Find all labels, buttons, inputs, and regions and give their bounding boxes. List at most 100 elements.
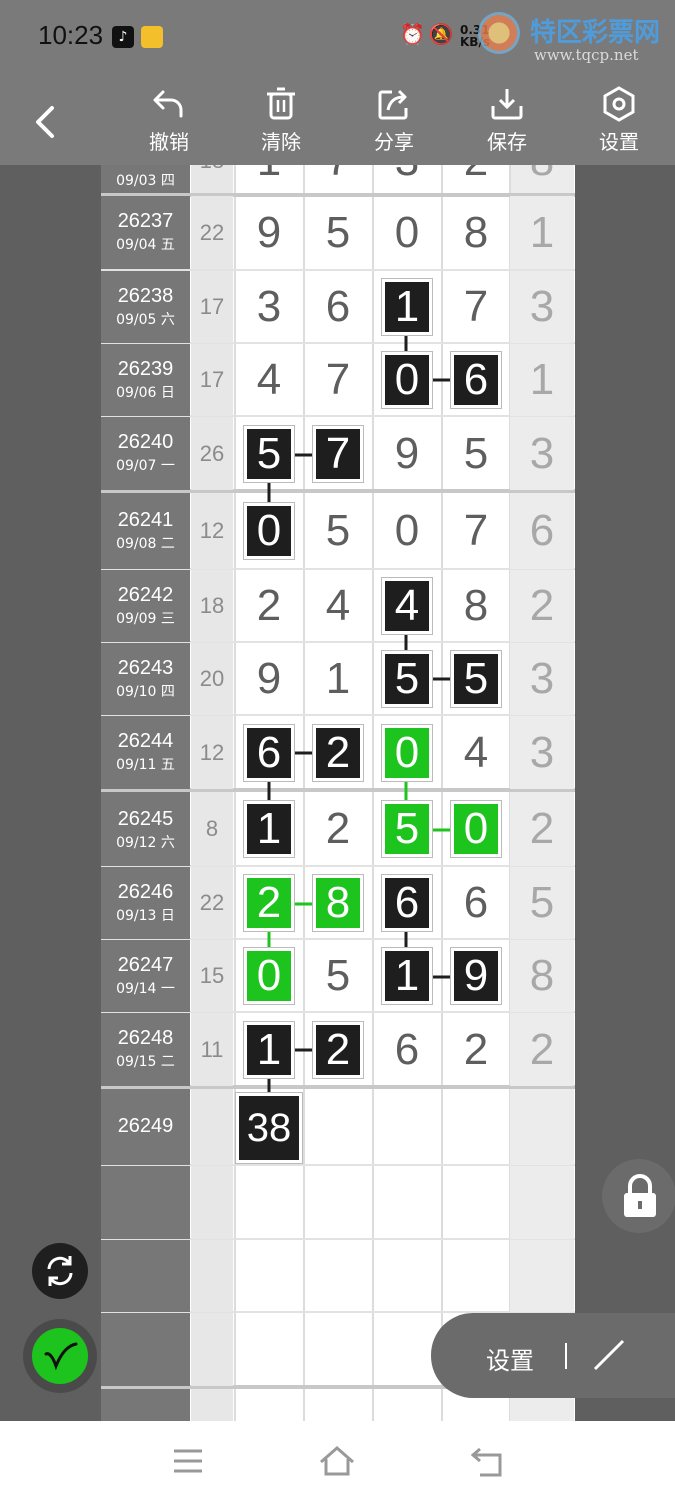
last-cell: [510, 1166, 574, 1239]
highlight-box-green: 5: [385, 804, 429, 854]
table-row: 26242 09/09 三 18 2 4 4 8 2: [101, 570, 575, 642]
digit-cell: 9: [442, 940, 510, 1012]
settings-label: 设置: [599, 130, 639, 154]
save-label: 保存: [487, 130, 527, 154]
digit-cell: 1: [235, 792, 303, 866]
digit-cell: 4: [463, 728, 489, 777]
highlight-box: 0: [247, 506, 291, 556]
table-row: 26248 09/15 二 11 1 2 6 2 2: [101, 1013, 575, 1086]
digit-cell: 0: [235, 493, 303, 569]
digit-cell: 2: [463, 1025, 489, 1074]
back-nav-icon[interactable]: [470, 1446, 506, 1478]
refresh-button[interactable]: [32, 1243, 88, 1299]
sum-cell: 26: [191, 417, 233, 490]
highlight-box: 1: [385, 282, 429, 332]
last-cell: 6: [510, 493, 574, 569]
issue-cell: 26240 09/07 一: [101, 417, 190, 490]
watermark-logo-icon: [478, 12, 520, 54]
sum-cell: 17: [191, 344, 233, 416]
digit-cell: 7: [463, 282, 489, 331]
pill-divider: [565, 1343, 567, 1369]
digit-cell: 2: [304, 716, 372, 789]
highlight-box: 9: [454, 951, 498, 1001]
digit-cell: 1: [373, 271, 441, 343]
issue-cell: 26242 09/09 三: [101, 570, 190, 642]
line-tool-icon[interactable]: [591, 1337, 627, 1373]
sum-cell: [191, 1313, 233, 1386]
share-icon: [378, 89, 408, 120]
empty-row: [101, 1166, 575, 1239]
sum-cell: [191, 1089, 233, 1165]
save-button[interactable]: 保存: [467, 86, 547, 161]
settings-pill: 设置: [431, 1313, 675, 1398]
share-button[interactable]: 分享: [354, 86, 434, 161]
home-icon[interactable]: [318, 1445, 356, 1477]
issue-cell: 26247 09/14 一: [101, 940, 190, 1012]
alarm-mute-icons: ⏰🔕: [400, 22, 458, 46]
settings-button[interactable]: 设置: [579, 86, 659, 161]
issue-cell: 26248 09/15 二: [101, 1013, 190, 1086]
lock-button[interactable]: [602, 1159, 675, 1233]
menu-icon[interactable]: [172, 1448, 204, 1474]
sum-cell: 8: [191, 792, 233, 866]
trend-board[interactable]: 09/03 四 18 1 7 3 2 8: [101, 165, 575, 1421]
highlight-box: 1: [247, 1025, 291, 1075]
undo-label: 撤销: [149, 130, 189, 154]
digit-cell: 7: [325, 355, 351, 404]
pen-icon: [44, 1342, 78, 1371]
digit-cell: 5: [373, 643, 441, 715]
undo-icon: [153, 90, 183, 118]
back-arrow-icon[interactable]: [28, 104, 64, 140]
issue-cell: 26239 09/06 日: [101, 344, 190, 416]
last-cell: 1: [510, 344, 574, 416]
undo-button[interactable]: 撤销: [129, 86, 209, 161]
last-cell: 2: [510, 1013, 574, 1086]
sum-cell: 20: [191, 643, 233, 715]
table-row: 26244 09/11 五 12 6 2 0 4 3: [101, 716, 575, 789]
issue-cell: 26243 09/10 四: [101, 643, 190, 715]
highlight-box-green: 0: [454, 804, 498, 854]
digit-cell: 8: [304, 867, 372, 939]
pen-button[interactable]: [23, 1319, 97, 1393]
clear-label: 清除: [261, 130, 301, 154]
last-cell: 8: [510, 940, 574, 1012]
digit-cell: 6: [325, 282, 351, 331]
last-cell: 1: [510, 196, 574, 269]
last-cell: 2: [510, 570, 574, 642]
digit-cell: 1: [325, 654, 351, 703]
digit-cell: 5: [325, 208, 351, 257]
highlight-box: 5: [385, 654, 429, 704]
issue-cell: 26244 09/11 五: [101, 716, 190, 789]
sum-cell: 11: [191, 1013, 233, 1086]
issue-cell: 26245 09/12 六: [101, 792, 190, 866]
pill-settings-label[interactable]: 设置: [486, 1341, 534, 1376]
last-cell: [510, 1240, 574, 1312]
highlight-box: 4: [385, 581, 429, 631]
digit-cell: 6: [442, 344, 510, 416]
highlight-box-green: 2: [247, 878, 291, 928]
digit-cell: 5: [235, 417, 303, 490]
digit-cell: 4: [256, 355, 282, 404]
last-cell: 3: [510, 716, 574, 789]
share-label: 分享: [374, 130, 414, 154]
digit-cell: 1: [373, 940, 441, 1012]
table-row: 26238 09/05 六 17 3 6 1 7 3: [101, 271, 575, 343]
digit-cell: 5: [463, 429, 489, 478]
highlight-box: 0: [385, 355, 429, 405]
sum-cell: [191, 1389, 233, 1421]
clear-button[interactable]: 清除: [241, 86, 321, 161]
last-cell: 3: [510, 271, 574, 343]
highlight-box: 6: [454, 355, 498, 405]
sum-cell: 18: [191, 570, 233, 642]
last-cell: 3: [510, 643, 574, 715]
digit-cell: 2: [325, 804, 351, 853]
issue-cell: 26237 09/04 五: [101, 196, 190, 269]
last-cell: 2: [510, 792, 574, 866]
sum-cell: [191, 1166, 233, 1239]
digit-cell: 6: [394, 1025, 420, 1074]
prediction-box: 38: [239, 1096, 299, 1160]
table-row: 26239 09/06 日 17 4 7 0 6 1: [101, 344, 575, 416]
last-cell: 5: [510, 867, 574, 939]
digit-cell: 0: [442, 792, 510, 866]
digit-cell: 2: [256, 581, 282, 630]
